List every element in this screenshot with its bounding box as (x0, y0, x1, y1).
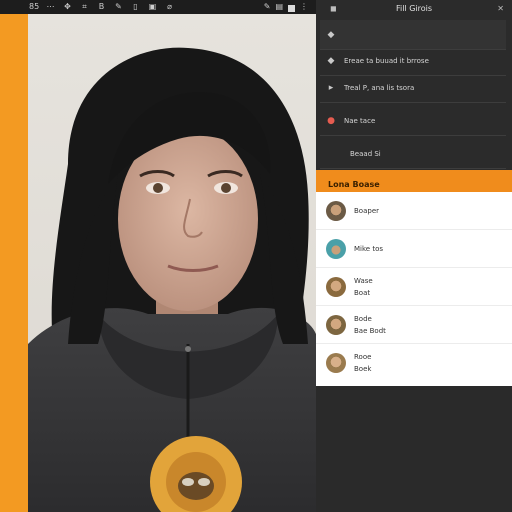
avatar (326, 314, 346, 335)
more-icon[interactable]: ⋮ (300, 0, 308, 14)
person-name: Mike tos (354, 244, 383, 253)
menu-label: Beaad Si (350, 149, 381, 158)
menu-label: Nae tace (344, 116, 376, 125)
avatar (326, 276, 346, 297)
list-item[interactable]: Bode Bae Bodt (316, 306, 512, 344)
color-swatch[interactable] (288, 5, 295, 12)
photo-canvas[interactable] (28, 14, 316, 512)
person-name: Bode (354, 314, 372, 323)
eye-icon: ● (327, 115, 335, 126)
bucket-icon[interactable]: ▣ (144, 0, 161, 14)
list-item[interactable]: Wase Boat (316, 268, 512, 306)
brush-icon[interactable]: ✎ (110, 0, 127, 14)
pointer-icon: ▸ (328, 82, 334, 93)
list-item[interactable]: Mike tos (316, 230, 512, 268)
properties-panel: ◼ Fill Girois ✕ ◆ ◆ Ereae ta buuad it br… (316, 0, 512, 170)
panel-title: Fill Girois (395, 4, 433, 13)
menu-label: Ereae ta buuad it brrose (344, 56, 429, 65)
avatar (326, 238, 346, 259)
left-border (0, 0, 28, 512)
close-icon[interactable]: ✕ (497, 0, 504, 18)
text-icon[interactable]: B (93, 0, 110, 14)
right-panel: ◼ Fill Girois ✕ ◆ ◆ Ereae ta buuad it br… (316, 0, 512, 512)
top-toolbar: 85 ⋯ ✥ ⌗ B ✎ ▯ ▣ ⌀ ✎ ▤ ⋮ (0, 0, 316, 14)
zoom-level[interactable]: 85 (29, 0, 39, 14)
person-sub: Boat (354, 288, 371, 297)
menu-item-2[interactable]: ◆ Ereae ta buuad it brrose (320, 46, 506, 76)
tag-icon: ◆ (327, 29, 335, 40)
menu-label: Treal P, ana lis tsora (344, 83, 415, 92)
person-sub: Boek (354, 365, 372, 373)
person-sub: Bae Bodt (354, 326, 386, 335)
people-list: Boaper Mike tos Wase Boat Bode Bae Bodt (316, 192, 512, 386)
eraser-icon[interactable]: ▯ (127, 0, 144, 14)
menu-item-5[interactable]: Beaad Si (320, 139, 506, 169)
move-icon[interactable]: ✥ (59, 0, 76, 14)
portrait-photo (28, 47, 316, 512)
person-name: Wase (354, 276, 373, 285)
person-name: Boaper (354, 206, 380, 215)
crop-icon[interactable]: ⌗ (76, 0, 93, 14)
pen-icon[interactable]: ✎ (264, 0, 271, 14)
list-item[interactable]: Boaper (316, 192, 512, 230)
section-header: Lona Boase (328, 180, 380, 189)
grid-icon[interactable]: ⋯ (42, 0, 59, 14)
menu-item-4[interactable]: ● Nae tace (320, 106, 506, 136)
avatar (326, 353, 346, 373)
list-item[interactable]: Rooe Boek (316, 344, 512, 382)
layers-icon[interactable]: ▤ (275, 0, 283, 14)
menu-item-3[interactable]: ▸ Treal P, ana lis tsora (320, 73, 506, 103)
eyedropper-icon[interactable]: ⌀ (161, 0, 178, 14)
panel-empty-area (316, 386, 512, 512)
shape-icon: ◆ (327, 55, 335, 66)
avatar (326, 200, 346, 221)
person-name: Rooe (354, 353, 372, 361)
